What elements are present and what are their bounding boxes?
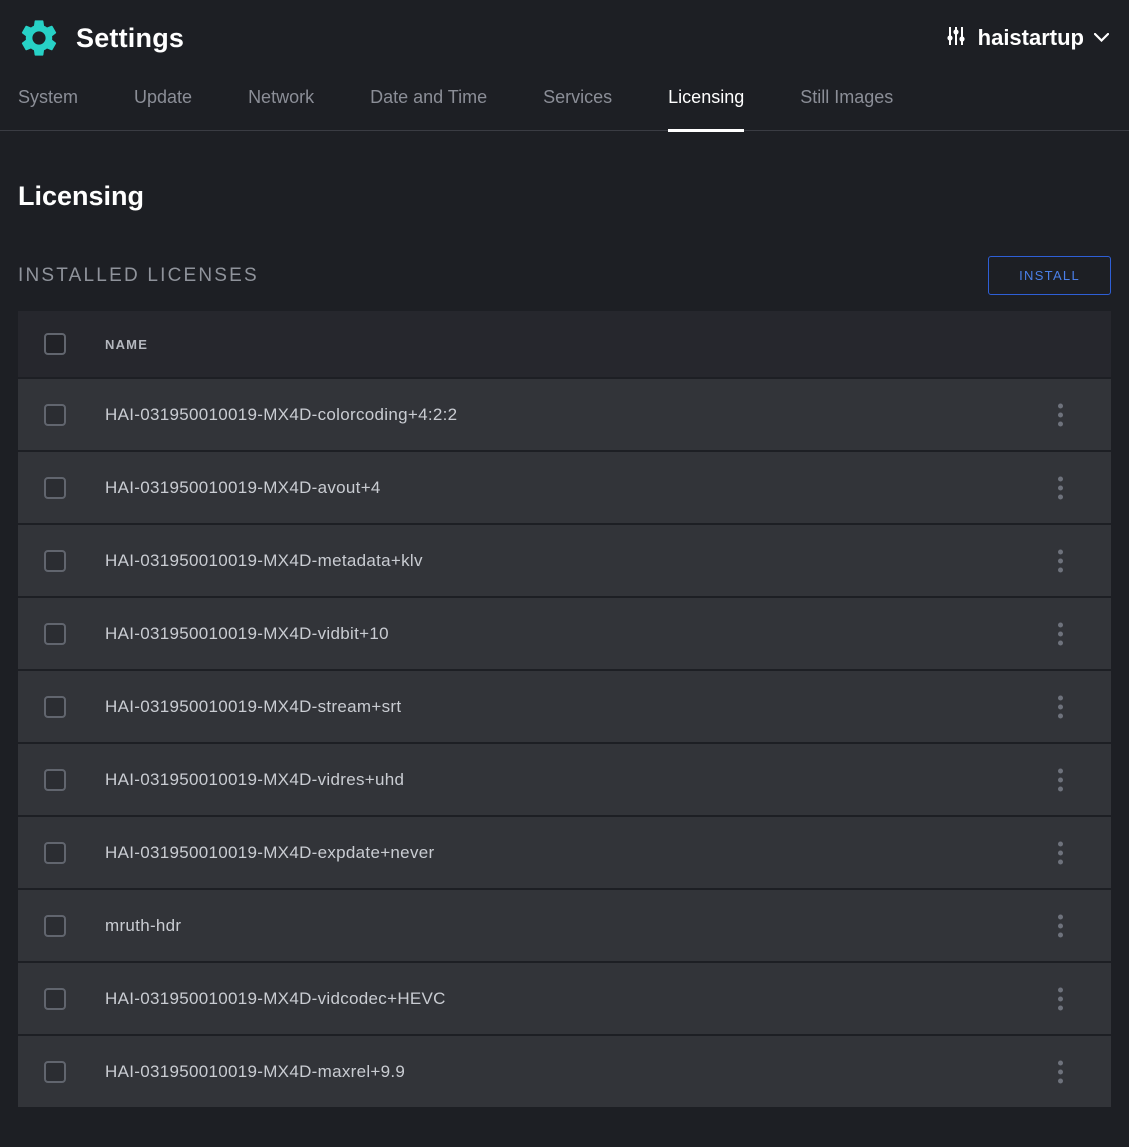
tab-still-images[interactable]: Still Images xyxy=(800,87,893,132)
row-menu-kebab-icon[interactable] xyxy=(1052,616,1069,651)
select-all-checkbox[interactable] xyxy=(44,333,66,355)
settings-tab-bar: System Update Network Date and Time Serv… xyxy=(0,73,1129,131)
install-button[interactable]: INSTALL xyxy=(988,256,1111,295)
table-row: HAI-031950010019-MX4D-avout+4 xyxy=(18,450,1111,523)
license-name: HAI-031950010019-MX4D-avout+4 xyxy=(105,478,381,498)
table-row: HAI-031950010019-MX4D-stream+srt xyxy=(18,669,1111,742)
table-row: HAI-031950010019-MX4D-vidbit+10 xyxy=(18,596,1111,669)
license-name: HAI-031950010019-MX4D-colorcoding+4:2:2 xyxy=(105,405,457,425)
row-checkbox[interactable] xyxy=(44,1061,66,1083)
row-checkbox[interactable] xyxy=(44,404,66,426)
row-checkbox[interactable] xyxy=(44,623,66,645)
settings-gear-icon xyxy=(16,15,62,61)
license-name: mruth-hdr xyxy=(105,916,181,936)
row-checkbox[interactable] xyxy=(44,915,66,937)
row-menu-kebab-icon[interactable] xyxy=(1052,689,1069,724)
license-name: HAI-031950010019-MX4D-stream+srt xyxy=(105,697,401,717)
page-title: Settings xyxy=(76,23,184,54)
installed-licenses-title: INSTALLED LICENSES xyxy=(18,265,259,287)
row-menu-kebab-icon[interactable] xyxy=(1052,543,1069,578)
installed-licenses-header: INSTALLED LICENSES INSTALL xyxy=(18,256,1111,295)
sliders-icon xyxy=(944,24,968,53)
table-row: HAI-031950010019-MX4D-vidcodec+HEVC xyxy=(18,961,1111,1034)
top-bar: Settings haistartup xyxy=(0,0,1129,73)
row-menu-kebab-icon[interactable] xyxy=(1052,908,1069,943)
row-menu-kebab-icon[interactable] xyxy=(1052,762,1069,797)
license-name: HAI-031950010019-MX4D-expdate+never xyxy=(105,843,434,863)
table-row: HAI-031950010019-MX4D-expdate+never xyxy=(18,815,1111,888)
name-column-header: NAME xyxy=(105,337,148,352)
table-row: HAI-031950010019-MX4D-metadata+klv xyxy=(18,523,1111,596)
row-menu-kebab-icon[interactable] xyxy=(1052,470,1069,505)
row-menu-kebab-icon[interactable] xyxy=(1052,1054,1069,1089)
table-row: HAI-031950010019-MX4D-colorcoding+4:2:2 xyxy=(18,377,1111,450)
row-checkbox[interactable] xyxy=(44,769,66,791)
app-header: Settings xyxy=(16,15,184,61)
table-header-row: NAME xyxy=(18,311,1111,377)
tab-licensing[interactable]: Licensing xyxy=(668,87,744,132)
license-name: HAI-031950010019-MX4D-metadata+klv xyxy=(105,551,423,571)
row-checkbox[interactable] xyxy=(44,696,66,718)
tab-update[interactable]: Update xyxy=(134,87,192,132)
row-checkbox[interactable] xyxy=(44,550,66,572)
table-row: HAI-031950010019-MX4D-vidres+uhd xyxy=(18,742,1111,815)
row-menu-kebab-icon[interactable] xyxy=(1052,981,1069,1016)
row-menu-kebab-icon[interactable] xyxy=(1052,397,1069,432)
row-checkbox[interactable] xyxy=(44,988,66,1010)
tab-system[interactable]: System xyxy=(18,87,78,132)
row-checkbox[interactable] xyxy=(44,477,66,499)
account-name: haistartup xyxy=(978,25,1084,51)
license-name: HAI-031950010019-MX4D-vidres+uhd xyxy=(105,770,404,790)
row-menu-kebab-icon[interactable] xyxy=(1052,835,1069,870)
tab-date-and-time[interactable]: Date and Time xyxy=(370,87,487,132)
account-menu[interactable]: haistartup xyxy=(944,24,1109,53)
chevron-down-icon xyxy=(1094,29,1109,47)
licenses-table: NAME HAI-031950010019-MX4D-colorcoding+4… xyxy=(18,311,1111,1107)
license-name: HAI-031950010019-MX4D-vidbit+10 xyxy=(105,624,389,644)
license-name: HAI-031950010019-MX4D-maxrel+9.9 xyxy=(105,1062,405,1082)
table-row: HAI-031950010019-MX4D-maxrel+9.9 xyxy=(18,1034,1111,1107)
section-heading: Licensing xyxy=(18,181,1111,212)
row-checkbox[interactable] xyxy=(44,842,66,864)
tab-network[interactable]: Network xyxy=(248,87,314,132)
license-name: HAI-031950010019-MX4D-vidcodec+HEVC xyxy=(105,989,446,1009)
table-row: mruth-hdr xyxy=(18,888,1111,961)
tab-services[interactable]: Services xyxy=(543,87,612,132)
